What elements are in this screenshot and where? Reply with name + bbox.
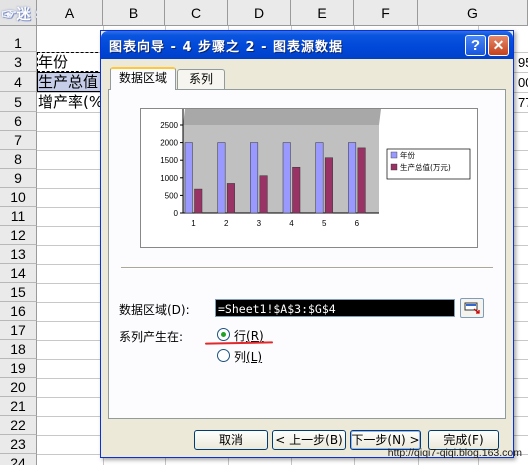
cell-g3-partial[interactable]: 95 xyxy=(518,55,528,70)
column-header-c[interactable]: C xyxy=(165,0,228,26)
row-header-4[interactable]: 4 xyxy=(0,72,37,92)
chart-bar xyxy=(259,175,268,214)
chart-bar xyxy=(217,142,226,214)
chart-svg: 0 500 1000 1500 2000 2500 1 2 3 4 5 6 年份生产总值(万元) xyxy=(160,109,471,228)
cell-a5[interactable]: 增产率(% xyxy=(38,93,102,111)
tab-data-range[interactable]: 数据区域 xyxy=(110,67,176,90)
row-header-22[interactable]: 22 xyxy=(0,416,37,435)
row-header-1[interactable]: 1 xyxy=(0,26,37,52)
row-header-20[interactable]: 20 xyxy=(0,378,37,397)
column-header-f[interactable]: F xyxy=(354,0,418,26)
help-button[interactable]: ? xyxy=(465,35,486,56)
cancel-button[interactable]: 取消 xyxy=(194,430,268,450)
row-header-16[interactable]: 16 xyxy=(0,302,37,321)
chart-bar xyxy=(357,147,366,214)
radio-rows[interactable] xyxy=(217,328,230,341)
chart-bar xyxy=(250,142,259,214)
y-tick-label: 2000 xyxy=(160,139,178,148)
red-annotation-underline xyxy=(204,341,274,345)
cell-a4[interactable]: 生产总值 xyxy=(38,73,102,91)
chart-bar xyxy=(324,157,333,214)
column-header-b[interactable]: B xyxy=(103,0,165,26)
chart-wizard-dialog: 图表向导 - 4 步骤之 2 - 图表源数据 ? ✕ 数据区域 系列 0 500 1… xyxy=(100,30,514,458)
row-header-24[interactable]: 24 xyxy=(0,454,37,465)
dialog-title: 图表向导 - 4 步骤之 2 - 图表源数据 xyxy=(109,40,344,55)
row-header-23[interactable]: 23 xyxy=(0,435,37,454)
back-button[interactable]: < 上一步(B) xyxy=(272,430,346,450)
column-header-d[interactable]: D xyxy=(228,0,291,26)
dialog-titlebar[interactable]: 图表向导 - 4 步骤之 2 - 图表源数据 ? ✕ xyxy=(101,31,513,59)
watermark-url: http://qiqi7-qiqi.blog.163.com xyxy=(387,447,522,459)
row-header-7[interactable]: 7 xyxy=(0,131,37,150)
radio-columns-accel: (L) xyxy=(246,350,263,364)
row-header-10[interactable]: 10 xyxy=(0,188,37,207)
chart-bar xyxy=(226,183,235,214)
range-label: 数据区域(D): xyxy=(119,303,190,317)
tab-panel-data-range: 0 500 1000 1500 2000 2500 1 2 3 4 5 6 年份生产总值(万元) 数据区… xyxy=(108,89,506,419)
row-header-19[interactable]: 19 xyxy=(0,359,37,378)
chart-bar xyxy=(194,188,203,214)
radio-columns-label[interactable]: 列(L) xyxy=(234,348,262,365)
x-tick-label: 2 xyxy=(224,219,229,228)
chart-bar xyxy=(292,166,301,214)
legend-entry: 年份 xyxy=(400,150,415,160)
row-header-3[interactable]: 3 xyxy=(0,52,37,72)
separator xyxy=(121,267,493,269)
column-header-e[interactable]: E xyxy=(291,0,354,26)
close-button[interactable]: ✕ xyxy=(488,35,509,56)
row-header-6[interactable]: 6 xyxy=(0,112,37,131)
chart-top-wall xyxy=(183,109,381,125)
chart-bar xyxy=(348,142,357,214)
cell-a3[interactable]: 年份 xyxy=(38,53,102,71)
data-range-input[interactable]: =Sheet1!$A$3:$G$4 xyxy=(215,299,455,317)
row-header-11[interactable]: 11 xyxy=(0,207,37,226)
x-tick-label: 5 xyxy=(322,219,327,228)
radio-rows-text: 行 xyxy=(234,329,247,343)
row-header-15[interactable]: 15 xyxy=(0,283,37,302)
column-header-g[interactable]: G xyxy=(418,0,528,26)
chart-bar xyxy=(184,142,193,214)
radio-columns-text: 列 xyxy=(234,350,247,364)
collapse-dialog-button[interactable] xyxy=(460,298,484,318)
row-header-12[interactable]: 12 xyxy=(0,226,37,245)
x-tick-label: 1 xyxy=(191,219,196,228)
row-header-18[interactable]: 18 xyxy=(0,340,37,359)
chart-bar xyxy=(315,142,324,214)
column-header-a[interactable]: A xyxy=(37,0,103,26)
x-tick-label: 6 xyxy=(355,219,360,228)
legend-swatch xyxy=(390,151,398,159)
row-header-21[interactable]: 21 xyxy=(0,397,37,416)
legend-entry: 生产总值(万元) xyxy=(400,162,451,172)
tab-series[interactable]: 系列 xyxy=(177,69,225,90)
y-tick-label: 0 xyxy=(174,209,179,218)
collapse-range-icon xyxy=(464,302,480,314)
chart-preview: 0 500 1000 1500 2000 2500 1 2 3 4 5 6 年份生产总值(万元) xyxy=(140,108,478,248)
series-in-label: 系列产生在: xyxy=(119,330,184,344)
row-header-17[interactable]: 17 xyxy=(0,321,37,340)
row-header-5[interactable]: 5 xyxy=(0,92,37,112)
x-tick-label: 3 xyxy=(257,219,262,228)
chart-bar xyxy=(282,142,291,214)
y-tick-label: 500 xyxy=(165,191,179,200)
row-header-14[interactable]: 14 xyxy=(0,264,37,283)
legend-swatch xyxy=(390,163,398,171)
row-header-8[interactable]: 8 xyxy=(0,150,37,169)
x-tick-label: 4 xyxy=(289,219,294,228)
row-header-13[interactable]: 13 xyxy=(0,245,37,264)
cell-g4-partial[interactable]: 00 xyxy=(518,75,528,90)
radio-selected-dot xyxy=(221,332,226,337)
cell-g5-partial[interactable]: 77 xyxy=(518,95,528,110)
y-tick-label: 2500 xyxy=(160,121,178,130)
y-tick-label: 1000 xyxy=(160,174,178,183)
y-tick-label: 1500 xyxy=(160,156,178,165)
row-header-9[interactable]: 9 xyxy=(0,169,37,188)
radio-columns[interactable] xyxy=(217,349,230,362)
